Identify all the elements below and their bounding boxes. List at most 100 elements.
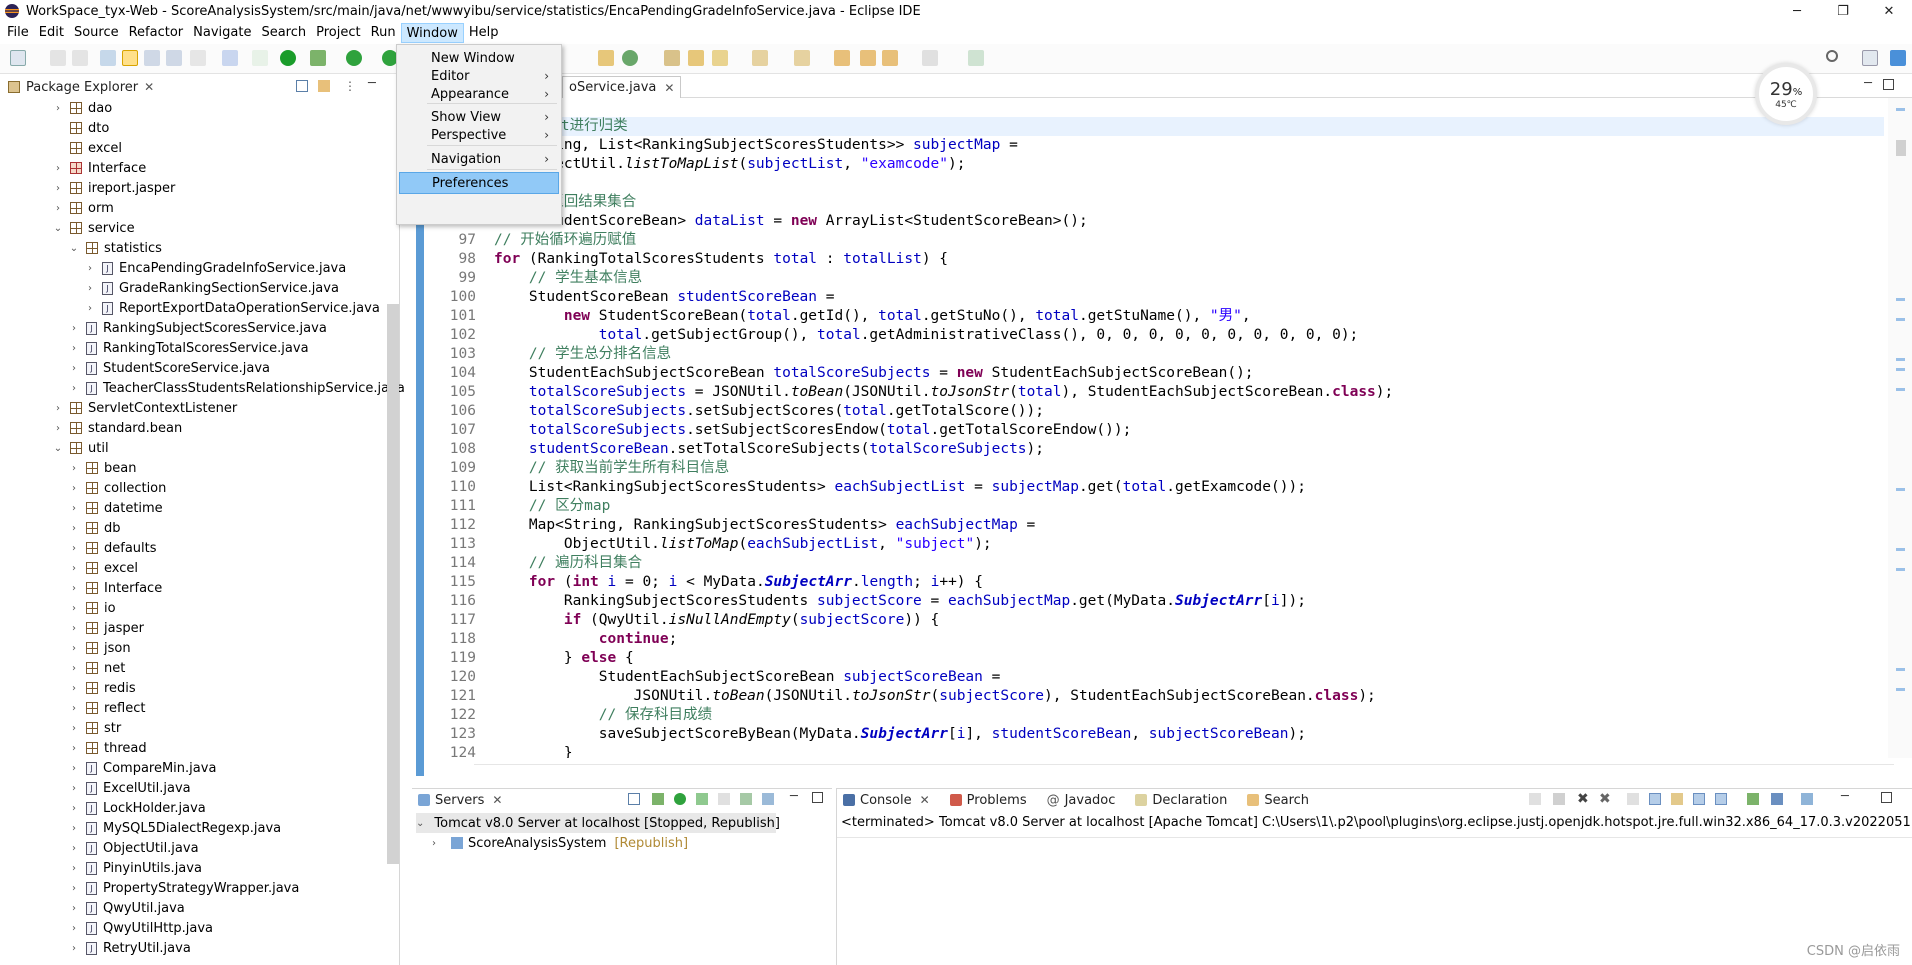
ruler-marker[interactable] xyxy=(1896,488,1905,491)
prev-annotation-icon[interactable] xyxy=(166,50,182,66)
publish-icon[interactable] xyxy=(740,793,752,805)
tree-item-java-file[interactable]: › J RankingSubjectScoresService.java xyxy=(68,318,327,338)
forward-arrow-icon[interactable] xyxy=(922,50,938,66)
minimize-editor-icon[interactable]: ─ xyxy=(1864,76,1872,91)
tree-item-package[interactable]: dto xyxy=(52,118,109,138)
ruler-marker[interactable] xyxy=(1896,358,1905,361)
expand-toggle[interactable]: › xyxy=(68,623,80,634)
tree-item-package[interactable]: › redis xyxy=(68,678,136,698)
tree-item-package[interactable]: › standard.bean xyxy=(52,418,182,438)
tree-item-package[interactable]: › ServletContextListener xyxy=(52,398,237,418)
menu-window[interactable]: Window xyxy=(400,23,464,43)
tree-item-java-file[interactable]: › J GradeRankingSectionService.java xyxy=(84,278,339,298)
code-line[interactable]: Map<String, List<RankingSubjectScoresStu… xyxy=(424,136,1884,155)
expand-toggle[interactable]: › xyxy=(68,363,80,374)
expand-toggle[interactable]: › xyxy=(52,423,64,434)
remove-all-icon[interactable]: ✖ xyxy=(1599,791,1611,807)
back-icon[interactable] xyxy=(860,50,876,66)
expand-toggle[interactable]: ⌄ xyxy=(52,443,64,454)
tree-item-java-file[interactable]: › J RankingTotalScoresService.java xyxy=(68,338,309,358)
maximize-view-icon[interactable] xyxy=(1881,792,1892,803)
menu-file[interactable]: File xyxy=(2,23,34,43)
tree-item-package[interactable]: excel xyxy=(52,138,122,158)
stop-server-icon[interactable] xyxy=(718,793,730,805)
close-icon[interactable]: ✕ xyxy=(144,80,154,94)
menu-help[interactable]: Help xyxy=(464,23,504,43)
expand-toggle[interactable]: › xyxy=(432,838,446,849)
collapse-all-icon[interactable] xyxy=(628,793,640,805)
tree-item-package[interactable]: › jasper xyxy=(68,618,144,638)
new-class-icon[interactable] xyxy=(622,50,638,66)
code-line[interactable]: 122 // 保存科目成绩 xyxy=(424,706,1884,725)
package-explorer-tab[interactable]: Package Explorer ✕ xyxy=(8,76,154,98)
show-stderr-icon[interactable] xyxy=(1715,793,1727,805)
tree-item-package[interactable]: › orm xyxy=(52,198,114,218)
start-server-icon[interactable] xyxy=(674,793,686,805)
code-line[interactable]: // 对List进行归类 xyxy=(424,117,1884,136)
code-line[interactable]: 110 List<RankingSubjectScoresStudents> e… xyxy=(424,478,1884,497)
expand-toggle[interactable]: › xyxy=(68,923,80,934)
stop-icon[interactable] xyxy=(1553,793,1565,805)
tree-item-java-file[interactable]: › J StudentScoreService.java xyxy=(68,358,270,378)
code-line[interactable]: 113 ObjectUtil.listToMap(eachSubjectList… xyxy=(424,535,1884,554)
code-line[interactable]: 115 for (int i = 0; i < MyData.SubjectAr… xyxy=(424,573,1884,592)
last-edit-icon[interactable] xyxy=(834,50,850,66)
menu-navigate[interactable]: Navigate xyxy=(188,23,256,43)
search-icon[interactable] xyxy=(1826,50,1838,62)
collapse-all-icon[interactable] xyxy=(296,80,308,92)
ruler-thumb[interactable] xyxy=(1896,140,1906,156)
maximize-editor-icon[interactable] xyxy=(1883,79,1894,90)
tab-console[interactable]: Console ✕ xyxy=(837,793,930,808)
code-line[interactable]: 124 } xyxy=(424,744,1884,758)
editor-tab-encapendinggradeinfoservice[interactable]: oService.java ✕ xyxy=(562,76,682,98)
menu-run[interactable]: Run xyxy=(366,23,401,43)
tree-item-package[interactable]: ⌄ statistics xyxy=(68,238,162,258)
expand-toggle[interactable]: › xyxy=(68,383,80,394)
link-editor-icon[interactable] xyxy=(318,80,330,92)
view-menu-icon[interactable]: ⋮ xyxy=(344,79,356,93)
code-line[interactable]: ObjectUtil.listToMapList(subjectList, "e… xyxy=(424,155,1884,174)
tree-item-java-file[interactable]: › J PropertyStrategyWrapper.java xyxy=(68,878,299,898)
servers-tab[interactable]: Servers ✕ xyxy=(412,793,502,808)
profile-server-icon[interactable] xyxy=(696,793,708,805)
expand-toggle[interactable]: › xyxy=(68,863,80,874)
terminal-icon[interactable] xyxy=(222,50,238,66)
code-area[interactable]: }// 对List进行归类Map<String, List<RankingSub… xyxy=(424,98,1884,758)
overview-ruler[interactable] xyxy=(1888,98,1912,758)
expand-toggle[interactable]: ⌄ xyxy=(52,223,64,234)
code-line[interactable]: 116 RankingSubjectScoresStudents subject… xyxy=(424,592,1884,611)
code-line[interactable]: 97 // 开始循环遍历赋值 xyxy=(424,231,1884,250)
tree-item-package[interactable]: › thread xyxy=(68,738,147,758)
expand-toggle[interactable]: ⌄ xyxy=(416,818,424,829)
ruler-marker[interactable] xyxy=(1896,568,1905,571)
code-line[interactable] xyxy=(424,174,1884,193)
tab-problems[interactable]: Problems xyxy=(944,793,1027,808)
expand-toggle[interactable]: › xyxy=(68,663,80,674)
save-all-icon[interactable] xyxy=(72,50,88,66)
run-icon[interactable] xyxy=(346,50,362,66)
open-task-icon[interactable] xyxy=(664,50,680,66)
menu-edit[interactable]: Edit xyxy=(34,23,69,43)
highlight-icon[interactable] xyxy=(122,50,138,66)
code-line[interactable]: 100 StudentScoreBean studentScoreBean = xyxy=(424,288,1884,307)
code-line[interactable]: } xyxy=(424,98,1884,117)
expand-toggle[interactable]: › xyxy=(68,943,80,954)
minimize-view-icon[interactable]: ─ xyxy=(368,76,376,91)
tree-item-package[interactable]: › net xyxy=(68,658,125,678)
expand-toggle[interactable]: › xyxy=(68,343,80,354)
tree-item-java-file[interactable]: › J LockHolder.java xyxy=(68,798,206,818)
tab-declaration[interactable]: Declaration xyxy=(1129,793,1227,808)
close-icon[interactable]: ✕ xyxy=(920,793,930,807)
tab-search[interactable]: Search xyxy=(1241,793,1309,808)
tree-item-package[interactable]: › Interface xyxy=(52,158,146,178)
remove-launch-icon[interactable]: ✖ xyxy=(1577,791,1589,807)
expand-toggle[interactable]: › xyxy=(68,563,80,574)
code-line[interactable]: // 最终返回结果集合 xyxy=(424,193,1884,212)
java-ee-perspective-icon[interactable] xyxy=(1890,50,1906,66)
expand-toggle[interactable]: › xyxy=(68,883,80,894)
menu-search[interactable]: Search xyxy=(256,23,311,43)
skip-breakpoints-icon[interactable] xyxy=(252,50,268,66)
show-whitespace-icon[interactable] xyxy=(190,50,206,66)
expand-toggle[interactable]: › xyxy=(68,463,80,474)
expand-toggle[interactable]: › xyxy=(52,403,64,414)
